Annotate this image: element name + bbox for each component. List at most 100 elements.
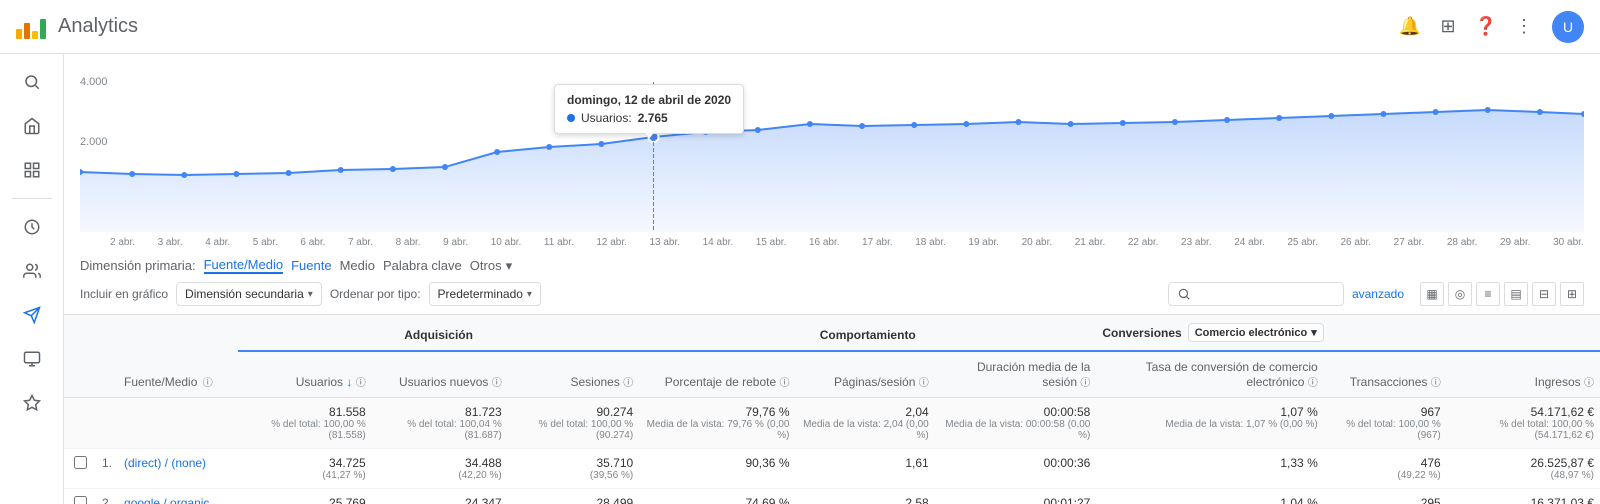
- x-label: 26 abr.: [1341, 237, 1372, 248]
- row2-ingresos: 16.371,03 € (30,22 %): [1447, 489, 1600, 504]
- advanced-link[interactable]: avanzado: [1352, 287, 1404, 301]
- totals-duracion: 00:00:58 Media de la vista: 00:00:58 (0,…: [935, 398, 1097, 449]
- tooltip-value: 2.765: [638, 111, 668, 125]
- x-label: 29 abr.: [1500, 237, 1531, 248]
- totals-usuarios: 81.558 % del total: 100,00 % (81.558): [238, 398, 372, 449]
- chart-area: 4.000 2.000: [64, 54, 1600, 249]
- logo-bar-2: [24, 23, 30, 39]
- order-label: Ordenar por tipo:: [330, 287, 421, 301]
- th-tasa-conv[interactable]: Tasa de conversión de comercio electróni…: [1096, 351, 1323, 398]
- view-bar-icon[interactable]: ▤: [1504, 282, 1528, 306]
- row1-source-link[interactable]: (direct) / (none): [124, 456, 206, 470]
- sort-icon: ↓: [346, 375, 352, 389]
- dimension-label: Dimensión primaria:: [80, 258, 196, 273]
- view-pie-icon[interactable]: ◎: [1448, 282, 1472, 306]
- sidebar-item-realtime[interactable]: [8, 207, 56, 247]
- dimension-otros[interactable]: Otros ▾: [470, 258, 512, 274]
- checkbox-2[interactable]: [74, 496, 87, 504]
- sidebar-item-conversions[interactable]: [8, 383, 56, 423]
- x-label: 5 abr.: [253, 237, 278, 248]
- row2-checkbox[interactable]: [64, 489, 96, 504]
- more-icon[interactable]: ⋮: [1514, 17, 1534, 37]
- x-label: 14 abr.: [703, 237, 734, 248]
- totals-rebote: 79,76 % Media de la vista: 79,76 % (0,00…: [639, 398, 795, 449]
- th-source-help: ⓘ: [203, 378, 213, 389]
- th-usuarios[interactable]: Usuarios ↓ ⓘ: [238, 351, 372, 398]
- dimension-palabra[interactable]: Palabra clave: [383, 258, 462, 273]
- sidebar-item-dashboard[interactable]: [8, 150, 56, 190]
- th-transacciones[interactable]: Transacciones ⓘ: [1324, 351, 1447, 398]
- logo-bar-4: [40, 19, 46, 39]
- th-num: [96, 315, 118, 398]
- help-icon[interactable]: ❓: [1476, 17, 1496, 37]
- secondary-dim-label: Dimensión secundaria: [185, 287, 304, 301]
- th-usuarios-nuevos[interactable]: Usuarios nuevos ⓘ: [372, 351, 508, 398]
- tooltip-dot: [567, 114, 575, 122]
- chart-x-labels: 2 abr. 3 abr. 4 abr. 5 abr. 6 abr. 7 abr…: [80, 235, 1584, 248]
- tooltip-row: Usuarios: 2.765: [567, 111, 731, 125]
- secondary-dim-arrow: ▾: [308, 289, 313, 300]
- row1-duracion: 00:00:36: [935, 449, 1097, 489]
- order-select[interactable]: Predeterminado ▾: [429, 282, 541, 306]
- row2-usuarios-nuevos: 24.347 (29,79 %): [372, 489, 508, 504]
- header-icons: 🔔 ⊞ ❓ ⋮ U: [1400, 11, 1584, 43]
- th-duracion[interactable]: Duración media de la sesión ⓘ: [935, 351, 1097, 398]
- logo-icon: [16, 15, 46, 39]
- view-compare-icon[interactable]: ⊟: [1532, 282, 1556, 306]
- x-label: 12 abr.: [596, 237, 627, 248]
- main-content: 4.000 2.000: [64, 54, 1600, 504]
- avatar[interactable]: U: [1552, 11, 1584, 43]
- x-label: 24 abr.: [1234, 237, 1265, 248]
- view-table-icon[interactable]: ≡: [1476, 282, 1500, 306]
- dimension-fuente[interactable]: Fuente: [291, 258, 331, 273]
- row1-ingresos: 26.525,87 € (48,97 %): [1447, 449, 1600, 489]
- sidebar-item-audience[interactable]: [8, 251, 56, 291]
- notification-icon[interactable]: 🔔: [1400, 17, 1420, 37]
- search-icon: [1177, 287, 1191, 301]
- sidebar-item-behavior[interactable]: [8, 339, 56, 379]
- sidebar-item-home[interactable]: [8, 106, 56, 146]
- th-paginas[interactable]: Páginas/sesión ⓘ: [796, 351, 935, 398]
- sidebar-item-acquisition[interactable]: [8, 295, 56, 335]
- totals-checkbox: [64, 398, 96, 449]
- row1-usuarios-nuevos: 34.488 (42,20 %): [372, 449, 508, 489]
- y-label-4000: 4.000: [80, 76, 108, 88]
- sidebar-item-search[interactable]: [8, 62, 56, 102]
- x-label: 2 abr.: [110, 237, 135, 248]
- dimension-fuente-medio[interactable]: Fuente/Medio: [204, 257, 284, 274]
- x-label: 22 abr.: [1128, 237, 1159, 248]
- x-label: 27 abr.: [1394, 237, 1425, 248]
- row2-source: google / organic: [118, 489, 238, 504]
- row1-rebote: 90,36 %: [639, 449, 795, 489]
- sidebar: [0, 54, 64, 504]
- th-adquisicion: Adquisición: [238, 315, 639, 351]
- x-label: 8 abr.: [396, 237, 421, 248]
- totals-source: [118, 398, 238, 449]
- th-rebote[interactable]: Porcentaje de rebote ⓘ: [639, 351, 795, 398]
- row1-checkbox[interactable]: [64, 449, 96, 489]
- apps-icon[interactable]: ⊞: [1438, 17, 1458, 37]
- row1-tasa-conv: 1,33 %: [1096, 449, 1323, 489]
- th-source-label: Fuente/Medio: [124, 375, 197, 389]
- table-row: 1. (direct) / (none) 34.725 (41,27 %) 34…: [64, 449, 1600, 489]
- x-label: 19 abr.: [968, 237, 999, 248]
- x-label: 10 abr.: [491, 237, 522, 248]
- th-sesiones[interactable]: Sesiones ⓘ: [508, 351, 639, 398]
- conversiones-dropdown[interactable]: Comercio electrónico ▾: [1188, 323, 1324, 342]
- row1-transacciones: 476 (49,22 %): [1324, 449, 1447, 489]
- view-grid-icon[interactable]: ▦: [1420, 282, 1444, 306]
- logo: Analytics: [16, 15, 138, 39]
- x-label: 17 abr.: [862, 237, 893, 248]
- th-ingresos[interactable]: Ingresos ⓘ: [1447, 351, 1600, 398]
- secondary-dim-select[interactable]: Dimensión secundaria ▾: [176, 282, 322, 306]
- view-pivot-icon[interactable]: ⊞: [1560, 282, 1584, 306]
- checkbox-1[interactable]: [74, 456, 87, 469]
- otros-label: Otros: [470, 258, 502, 273]
- row2-source-link[interactable]: google / organic: [124, 496, 209, 504]
- x-label: 28 abr.: [1447, 237, 1478, 248]
- dimension-medio[interactable]: Medio: [340, 258, 375, 273]
- table-column-headers: Usuarios ↓ ⓘ Usuarios nuevos ⓘ Sesiones …: [64, 351, 1600, 398]
- x-label: 23 abr.: [1181, 237, 1212, 248]
- order-value: Predeterminado: [438, 287, 523, 301]
- search-input[interactable]: [1195, 287, 1335, 301]
